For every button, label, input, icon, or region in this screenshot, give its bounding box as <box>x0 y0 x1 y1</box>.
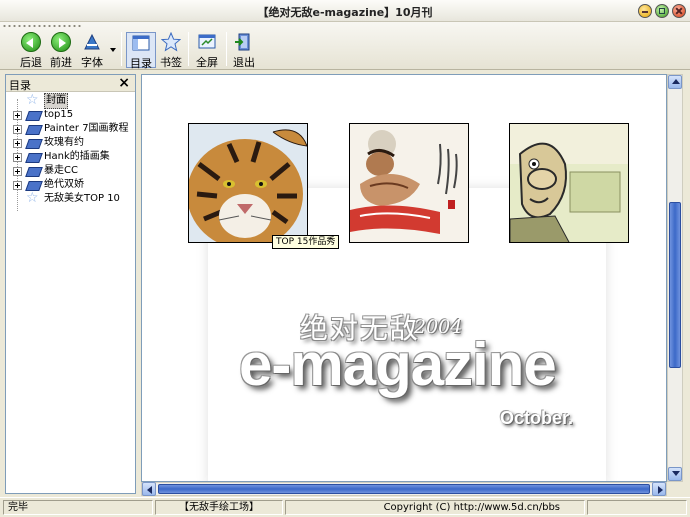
minimize-button[interactable] <box>638 4 652 18</box>
status-text: 完毕 <box>3 500 153 515</box>
book-icon <box>26 123 40 135</box>
exit-label: 退出 <box>233 56 255 69</box>
status-bar: 完毕 【无敌手绘工场】 Copyright (C) http://www.5d.… <box>0 497 690 517</box>
close-icon <box>676 8 682 14</box>
scroll-down-button[interactable] <box>668 467 682 481</box>
status-empty-cell <box>587 500 687 515</box>
font-label: 字体 <box>81 56 103 69</box>
arrow-right-icon <box>658 486 663 494</box>
maximize-button[interactable] <box>655 4 669 18</box>
expand-icon[interactable] <box>13 181 22 190</box>
tree-item-cc[interactable]: 暴走CC <box>6 164 131 178</box>
back-label: 后退 <box>20 56 42 69</box>
book-icon <box>26 137 40 149</box>
arrow-up-icon <box>672 79 680 84</box>
arrow-down-icon <box>672 471 680 476</box>
tree-item-label: 绝代双娇 <box>44 179 84 190</box>
font-icon <box>82 32 102 52</box>
minimize-icon <box>642 8 648 13</box>
status-copyright: Copyright (C) http://www.5d.cn/bbs <box>285 500 585 515</box>
fullscreen-label: 全屏 <box>196 56 218 69</box>
star-page-icon: ☆ <box>26 92 39 108</box>
bookmark-button[interactable]: 书签 <box>158 31 184 69</box>
close-panel-button[interactable]: × <box>118 75 130 91</box>
book-icon <box>26 109 40 121</box>
toc-panel-icon <box>131 33 151 53</box>
toolbar-separator <box>226 32 227 66</box>
fullscreen-button[interactable]: 全屏 <box>194 32 220 69</box>
book-icon <box>26 151 40 163</box>
exit-door-icon <box>234 32 254 52</box>
star-page-icon: ☆ <box>26 190 39 206</box>
content-area: TOP 15作品秀 绝对无敌 2004 e-magazine October. <box>141 74 667 482</box>
tree-item-label: 玫瑰有约 <box>44 137 84 148</box>
scroll-right-button[interactable] <box>652 482 666 496</box>
arrow-left-icon <box>147 486 152 494</box>
bookmark-star-icon <box>160 31 182 52</box>
horizontal-scroll-thumb[interactable] <box>158 484 650 494</box>
tree-item-label: top15 <box>44 109 74 120</box>
logo-main-title: e-magazine <box>239 331 557 398</box>
window-title: 【绝对无敌e-magazine】10月刊 <box>257 6 433 19</box>
toolbar-separator <box>188 32 189 66</box>
toolbar-separator <box>121 32 122 66</box>
tree-item-cover[interactable]: ☆ 封面 <box>6 92 131 109</box>
tree-item-label: 封面 <box>44 93 68 109</box>
title-bar: 【绝对无敌e-magazine】10月刊 <box>0 0 690 22</box>
maximize-icon <box>659 8 665 14</box>
tree-item-hank[interactable]: Hank的插画集 <box>6 150 131 164</box>
toc-panel-title: 目录 <box>9 79 31 92</box>
forward-label: 前进 <box>50 56 72 69</box>
thumbnail-tooltip: TOP 15作品秀 <box>272 235 340 249</box>
horizontal-scrollbar[interactable] <box>141 482 667 496</box>
tree-item-label: 无敌美女TOP 10 <box>44 193 120 204</box>
toolbar: 后退 前进 字体 目录 书签 全屏 退出 <box>0 22 690 70</box>
tree-item-label: Painter 7国画教程 <box>44 123 129 134</box>
thumbnail-cartoon[interactable] <box>509 123 629 243</box>
expand-icon[interactable] <box>13 153 22 162</box>
vertical-scrollbar[interactable] <box>667 74 683 482</box>
fullscreen-icon <box>197 32 217 52</box>
expand-icon[interactable] <box>13 139 22 148</box>
vertical-scroll-thumb[interactable] <box>669 202 681 368</box>
expand-icon[interactable] <box>13 125 22 134</box>
forward-button[interactable]: 前进 <box>47 32 75 69</box>
tree-item-beauty-top10[interactable]: ☆ 无敌美女TOP 10 <box>6 190 131 206</box>
tree-item-label: 暴走CC <box>44 165 78 176</box>
font-dropdown-arrow-icon[interactable] <box>110 48 116 52</box>
close-button[interactable] <box>672 4 686 18</box>
thumbnail-tiger[interactable] <box>188 123 308 243</box>
expand-icon[interactable] <box>13 111 22 120</box>
tree-item-rose[interactable]: 玫瑰有约 <box>6 136 131 150</box>
status-workshop: 【无敌手绘工场】 <box>155 500 283 515</box>
toc-button[interactable]: 目录 <box>126 32 156 70</box>
thumbnail-warrior-painting[interactable] <box>349 123 469 243</box>
expand-icon[interactable] <box>13 167 22 176</box>
toolbar-grip[interactable] <box>2 24 82 28</box>
toc-label: 目录 <box>130 57 152 70</box>
toc-panel-header: 目录 × <box>6 75 135 92</box>
tree-item-twins[interactable]: 绝代双娇 <box>6 178 131 192</box>
exit-button[interactable]: 退出 <box>231 32 257 69</box>
tree-item-top15[interactable]: top15 <box>6 108 131 122</box>
book-icon <box>26 165 40 177</box>
bookmark-label: 书签 <box>160 56 182 69</box>
back-arrow-icon <box>21 32 41 52</box>
forward-arrow-icon <box>51 32 71 52</box>
font-button[interactable]: 字体 <box>78 32 106 69</box>
tree-item-label: Hank的插画集 <box>44 151 110 162</box>
scroll-left-button[interactable] <box>142 482 156 496</box>
logo-month: October. <box>500 408 574 428</box>
toc-panel: 目录 × ☆ 封面 top15 Painter 7国画教程 玫瑰有约 Hank的… <box>5 74 136 494</box>
scroll-up-button[interactable] <box>668 75 682 89</box>
tree-item-painter-tutorial[interactable]: Painter 7国画教程 <box>6 122 131 136</box>
back-button[interactable]: 后退 <box>17 32 45 69</box>
